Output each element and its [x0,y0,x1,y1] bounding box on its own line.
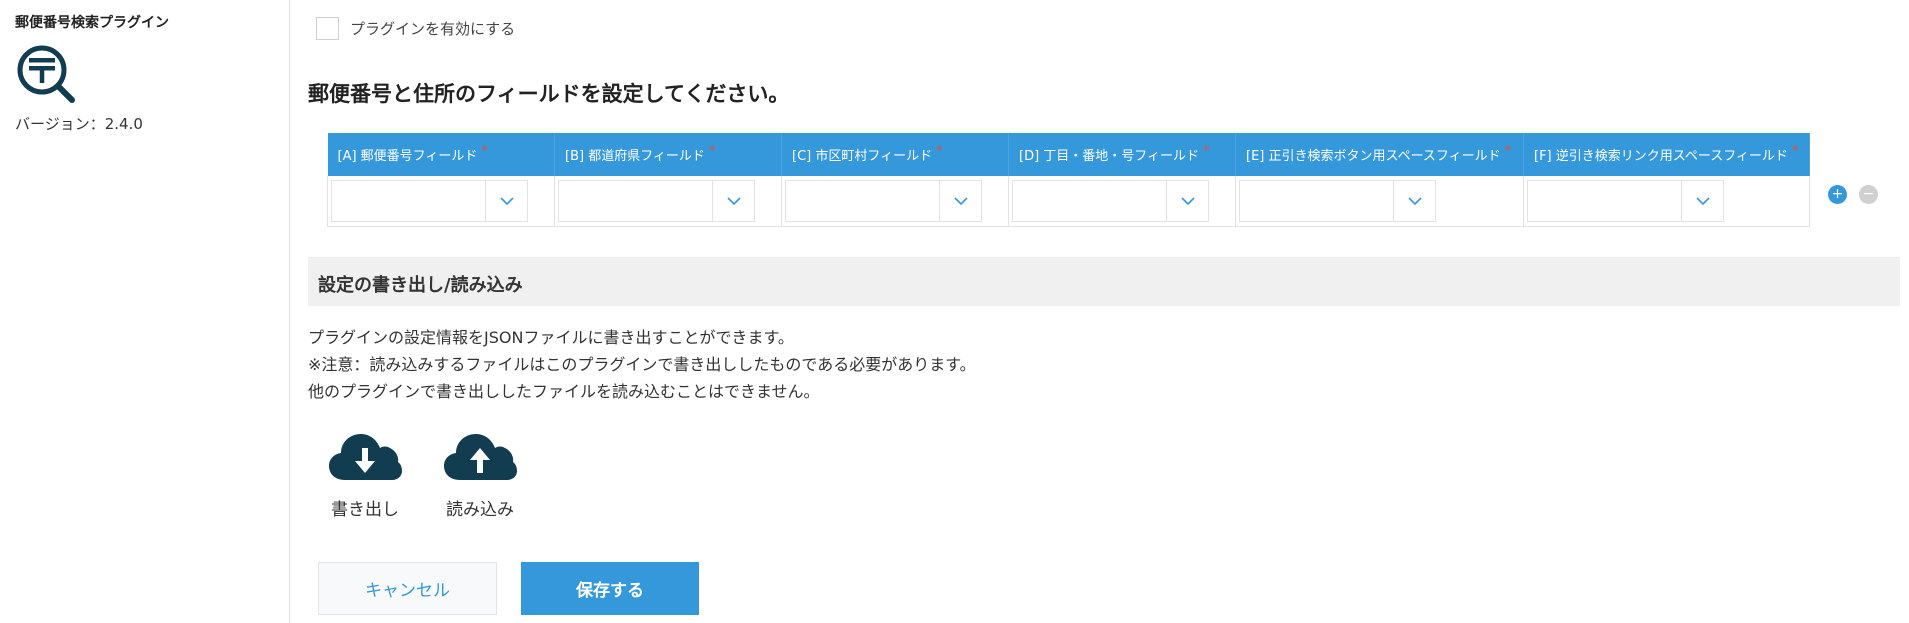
column-header-postal-code: [A] 郵便番号フィールド * [327,133,555,176]
chevron-down-icon[interactable] [939,181,981,221]
postal-code-field-select[interactable] [331,180,528,222]
city-field-select[interactable] [785,180,982,222]
field-mapping-table: [A] 郵便番号フィールド * [B] 都道府県フィールド * [C] 市区町村フィ… [327,133,1810,227]
chevron-down-icon[interactable] [712,181,754,221]
table-cell [1008,176,1236,227]
table-cell [327,176,555,227]
export-button[interactable]: 書き出し [322,428,408,520]
column-header-city: [C] 市区町村フィールド * [781,133,1009,176]
select-value [1240,181,1393,221]
select-value [559,181,712,221]
enable-plugin-checkbox[interactable] [316,17,339,40]
column-header-prefecture: [B] 都道府県フィールド * [554,133,782,176]
plugin-name: 郵便番号検索プラグイン [15,15,169,31]
column-header-street: [D] 丁目・番地・号フィールド * [1008,133,1236,176]
postal-search-icon [14,44,78,104]
select-value [1013,181,1166,221]
chevron-down-icon[interactable] [1681,181,1723,221]
main-content: プラグインを有効にする 郵便番号と住所のフィールドを設定してください。 [A] … [308,0,1900,623]
cloud-upload-icon [444,434,517,480]
table-row [327,176,1810,227]
chevron-down-icon[interactable] [1393,181,1435,221]
export-section-title: 設定の書き出し/読み込み [318,275,523,296]
table-header-row: [A] 郵便番号フィールド * [B] 都道府県フィールド * [C] 市区町村フィ… [327,133,1810,176]
table-cell [781,176,1009,227]
column-header-reverse-search-space: [F] 逆引き検索リンク用スペースフィールド * [1523,133,1810,176]
export-label: 書き出し [331,500,399,520]
required-mark: * [1791,144,1799,159]
cancel-button[interactable]: キャンセル [318,562,497,615]
select-value [786,181,939,221]
required-mark: * [481,144,488,159]
export-description: プラグインの設定情報をJSONファイルに書き出すことができます。 ※注意：読み込… [308,324,976,405]
sidebar: 郵便番号検索プラグイン バージョン：2.4.0 [0,0,290,623]
street-field-select[interactable] [1012,180,1209,222]
add-row-button[interactable]: + [1828,185,1847,204]
prefecture-field-select[interactable] [558,180,755,222]
enable-plugin-label[interactable]: プラグインを有効にする [350,18,515,39]
import-button[interactable]: 読み込み [437,428,523,520]
export-section-header: 設定の書き出し/読み込み [308,257,1900,306]
required-mark: * [708,144,716,159]
column-header-forward-search-space: [E] 正引き検索ボタン用スペースフィールド * [1235,133,1524,176]
field-settings-title: 郵便番号と住所のフィールドを設定してください。 [308,82,790,106]
description-line: 他のプラグインで書き出ししたファイルを読み込むことはできません。 [308,382,820,401]
required-mark: * [1504,144,1512,159]
chevron-down-icon[interactable] [1166,181,1208,221]
required-mark: * [936,144,943,159]
select-value [1528,181,1681,221]
chevron-down-icon[interactable] [485,181,527,221]
save-button[interactable]: 保存する [521,562,699,615]
import-label: 読み込み [446,500,514,520]
plugin-version: バージョン：2.4.0 [15,115,143,133]
description-line: ※注意：読み込みするファイルはこのプラグインで書き出ししたものである必要がありま… [308,355,976,374]
forward-search-space-select[interactable] [1239,180,1436,222]
description-line: プラグインの設定情報をJSONファイルに書き出すことができます。 [308,328,794,347]
reverse-search-space-select[interactable] [1527,180,1724,222]
table-cell [554,176,782,227]
required-mark: * [1203,144,1210,159]
table-cell [1523,176,1810,227]
select-value [332,181,485,221]
cloud-download-icon [329,434,402,480]
table-cell [1235,176,1524,227]
remove-row-button[interactable]: − [1859,185,1878,204]
enable-plugin-row[interactable]: プラグインを有効にする [316,17,515,40]
